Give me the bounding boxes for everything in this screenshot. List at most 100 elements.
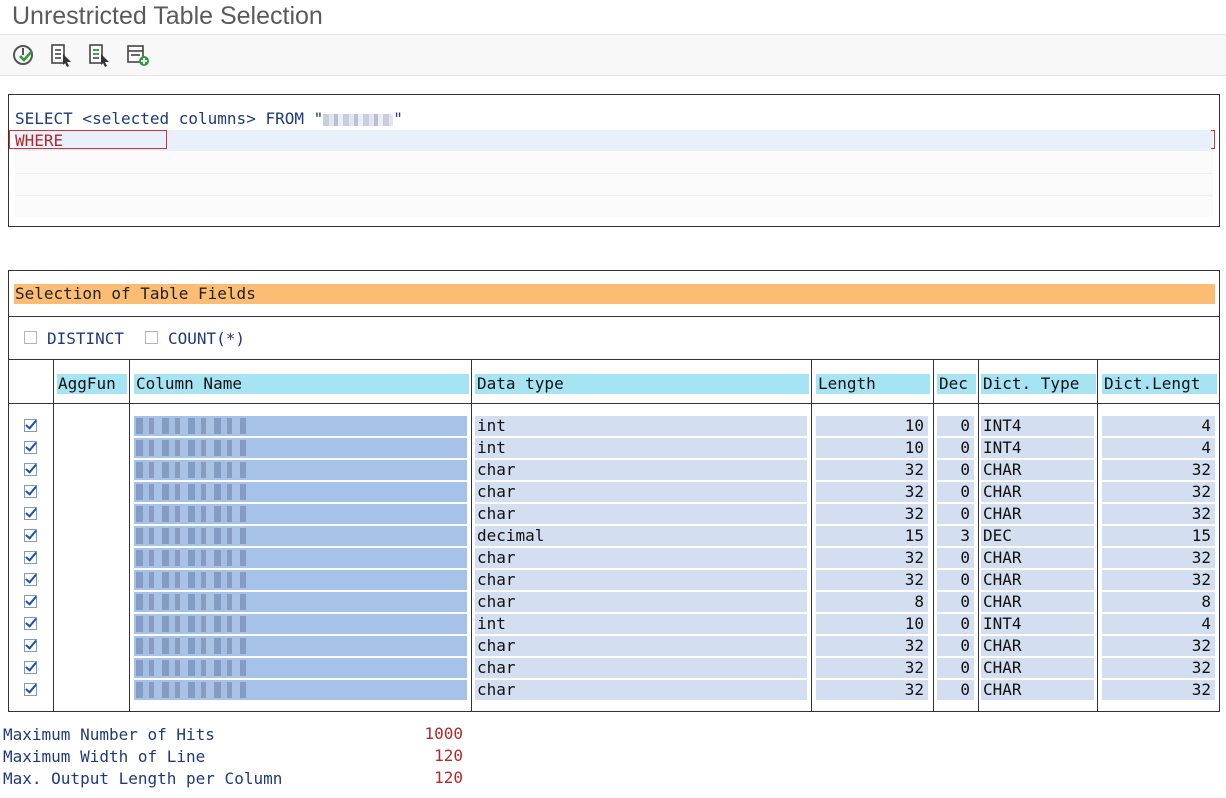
cell-length: 32 [816,658,928,678]
cell-dict-type: DEC [981,526,1094,546]
header-data-type[interactable]: Data type [475,374,809,394]
cell-column-name[interactable] [134,614,467,634]
select-list-button[interactable] [49,42,75,68]
row-select-checkbox[interactable] [24,507,37,520]
count-label: COUNT(*) [168,329,246,348]
cell-aggfun[interactable] [57,482,126,502]
cell-dec: 0 [937,614,974,634]
row-select-checkbox[interactable] [24,419,37,432]
header-column-name[interactable]: Column Name [134,374,469,394]
row-select-checkbox[interactable] [24,595,37,608]
cell-column-name[interactable] [134,658,467,678]
col-divider [1097,359,1098,711]
header-length[interactable]: Length [816,374,930,394]
row-select-checkbox[interactable] [24,661,37,674]
column-name-redacted [136,462,246,478]
row-select-checkbox[interactable] [24,551,37,564]
cell-dict-length: 15 [1102,526,1215,546]
distinct-checkbox[interactable] [24,331,37,344]
cell-aggfun[interactable] [57,658,126,678]
cell-column-name[interactable] [134,526,467,546]
cell-column-name[interactable] [134,548,467,568]
select-line[interactable]: SELECT <selected columns> FROM " " [15,108,1213,129]
cell-column-name[interactable] [134,438,467,458]
cell-aggfun[interactable] [57,570,126,590]
column-name-redacted [136,440,246,456]
cell-column-name[interactable] [134,570,467,590]
cell-dict-type: INT4 [981,438,1094,458]
cell-column-name[interactable] [134,504,467,524]
cell-column-name[interactable] [134,592,467,612]
cell-column-name[interactable] [134,460,467,480]
row-select-checkbox[interactable] [24,529,37,542]
editor-line-4[interactable] [15,174,1213,196]
table-top-border [9,359,1219,360]
cell-length: 32 [816,636,928,656]
cell-aggfun[interactable] [57,438,126,458]
editor-line-5[interactable] [15,196,1213,217]
cell-dec: 0 [937,416,974,436]
cell-aggfun[interactable] [57,636,126,656]
cell-dict-length: 8 [1102,592,1215,612]
column-name-redacted [136,594,246,610]
max-output-length-input[interactable]: 120 [344,767,465,788]
cell-dict-length: 32 [1102,460,1215,480]
cell-dict-type: INT4 [981,614,1094,634]
header-aggfun[interactable]: AggFun [57,374,127,394]
cell-dict-length: 32 [1102,504,1215,524]
where-clause-input[interactable]: WHERE [9,130,167,150]
cell-dict-length: 4 [1102,438,1215,458]
row-select-checkbox[interactable] [24,639,37,652]
row-select-checkbox[interactable] [24,573,37,586]
cell-aggfun[interactable] [57,460,126,480]
max-hits-input[interactable]: 1000 [344,723,465,744]
cell-dec: 0 [937,482,974,502]
save-list-button[interactable] [87,42,113,68]
cell-column-name[interactable] [134,680,467,700]
where-line[interactable]: WHERE [9,130,1215,151]
header-dict-type[interactable]: Dict. Type [981,374,1096,394]
cell-aggfun[interactable] [57,680,126,700]
cell-dict-type: CHAR [981,482,1094,502]
cell-dec: 0 [937,592,974,612]
row-select-checkbox[interactable] [24,617,37,630]
cell-dict-type: CHAR [981,680,1094,700]
cell-data-type: char [475,636,807,656]
cell-aggfun[interactable] [57,504,126,524]
distinct-label: DISTINCT [47,329,125,348]
add-entry-button[interactable] [125,42,151,68]
add-entry-icon [127,45,149,66]
row-select-checkbox[interactable] [24,485,37,498]
cell-aggfun[interactable] [57,416,126,436]
column-name-redacted [136,682,246,698]
row-select-checkbox[interactable] [24,683,37,696]
cell-dict-length: 32 [1102,658,1215,678]
count-checkbox[interactable] [145,331,158,344]
column-name-redacted [136,528,246,544]
cell-column-name[interactable] [134,416,467,436]
row-select-checkbox[interactable] [24,441,37,454]
cell-column-name[interactable] [134,636,467,656]
header-dict-length[interactable]: Dict.Lengt [1102,374,1217,394]
header-dec[interactable]: Dec [937,374,976,394]
cell-dec: 0 [937,460,974,480]
cell-dec: 0 [937,438,974,458]
cell-length: 32 [816,570,928,590]
sql-editor[interactable]: SELECT <selected columns> FROM " " WHERE [8,94,1220,227]
cell-dec: 0 [937,658,974,678]
cell-data-type: char [475,548,807,568]
cell-column-name[interactable] [134,482,467,502]
max-width-input[interactable]: 120 [344,745,465,766]
editor-line-3[interactable] [15,152,1213,174]
cell-aggfun[interactable] [57,548,126,568]
cell-aggfun[interactable] [57,592,126,612]
cell-dict-type: CHAR [981,658,1094,678]
cell-aggfun[interactable] [57,526,126,546]
row-select-checkbox[interactable] [24,463,37,476]
column-name-redacted [136,506,246,522]
cell-dict-type: CHAR [981,504,1094,524]
cell-length: 10 [816,614,928,634]
execute-button[interactable] [11,42,37,68]
cell-aggfun[interactable] [57,614,126,634]
column-name-redacted [136,572,246,588]
